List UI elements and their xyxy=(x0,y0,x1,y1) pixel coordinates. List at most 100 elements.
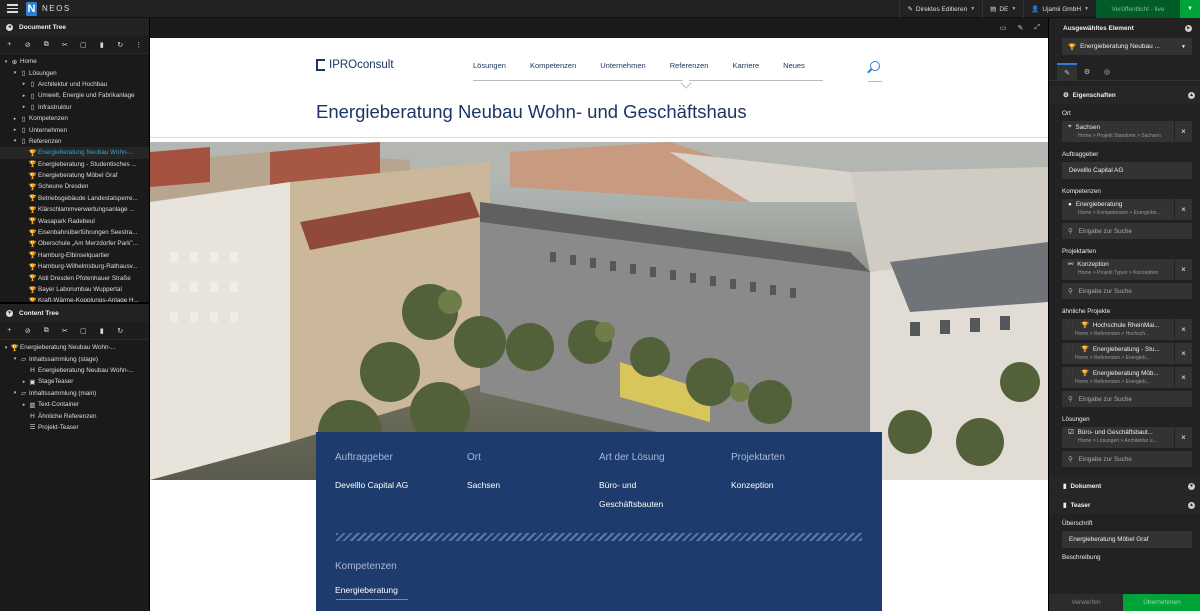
remove-aehnliches-projekt-button[interactable]: × xyxy=(1175,319,1192,340)
tree-node[interactable]: 🏆 Hamburg-Wilhelmsburg-Rathausv... xyxy=(0,261,149,272)
ort-reference-box[interactable]: ⌖ Sachsen Home > Projekt Standorte > Sach… xyxy=(1062,121,1174,142)
delete-icon[interactable]: ▮ xyxy=(93,327,112,335)
chevron-down-icon[interactable]: ▾ xyxy=(11,390,19,396)
remove-loesung-button[interactable]: × xyxy=(1175,427,1192,448)
tree-node[interactable]: 🏆 Scheune Dresden xyxy=(0,181,149,192)
document-tree-header[interactable]: ◂ Document Tree xyxy=(0,18,149,36)
discard-button[interactable]: Verwerfen xyxy=(1049,594,1123,611)
hero-image[interactable] xyxy=(150,142,1048,480)
kompetenzen-reference-box[interactable]: ● Energieberatung Home > Kompetenzen > En… xyxy=(1062,199,1174,220)
remove-aehnliches-projekt-button[interactable]: × xyxy=(1175,367,1192,388)
tree-node[interactable]: ▾ ▱ Inhaltssammlung (main) xyxy=(0,388,149,399)
tree-node[interactable]: 🏆 Eisenbahnüberführungen Seestra... xyxy=(0,227,149,238)
cut-icon[interactable]: ✂ xyxy=(56,327,75,335)
site-logo[interactable]: IPROconsult xyxy=(316,59,394,71)
delete-icon[interactable]: ▮ xyxy=(93,41,112,49)
projektarten-reference-box[interactable]: ⚯ Konzeption Home > Projekt Typen > Konze… xyxy=(1062,259,1174,280)
copy-icon[interactable]: ⧉ xyxy=(37,327,56,335)
edit-mode-dropdown[interactable]: ✎ Direktes Editieren ▼ xyxy=(899,0,982,18)
chevron-down-icon[interactable]: ▾ xyxy=(11,356,19,362)
add-node-icon[interactable]: + xyxy=(0,41,19,48)
tree-node[interactable]: H Ähnliche Referenzen xyxy=(0,410,149,421)
selected-element-dropdown[interactable]: 🏆 Energieberatung Neubau ... ▼ xyxy=(1062,38,1192,55)
remove-ort-button[interactable]: × xyxy=(1175,121,1192,142)
auftraggeber-field[interactable]: Develllo Capital AG xyxy=(1062,162,1192,179)
tab-seo[interactable]: ◎ xyxy=(1097,63,1117,81)
tree-node[interactable]: ▸ ▣ StageTeaser xyxy=(0,376,149,387)
loesungen-reference-box[interactable]: ☑ Büro- und Geschäftsbaut... Home > Lösun… xyxy=(1062,427,1174,448)
tree-node[interactable]: H Energieberatung Neubau Wohn-... xyxy=(0,365,149,376)
language-dropdown[interactable]: ▤ DE ▼ xyxy=(982,0,1023,18)
aehnliche-search-input[interactable]: ⚲ Eingabe zur Suche xyxy=(1062,391,1192,407)
tree-node[interactable]: ▸ ▯ Kompetenzen xyxy=(0,113,149,124)
tree-node[interactable]: ▾ 🏆 Energieberatung Neubau Wohn-... xyxy=(0,342,149,353)
tree-node[interactable]: 🏆 Klärschlammverwertungsanlage ... xyxy=(0,204,149,215)
section-teaser[interactable]: ▮ Teaser ▴ xyxy=(1049,496,1200,514)
tree-node[interactable]: 🏆 Energieberatung - Studentisches ... xyxy=(0,159,149,170)
drag-handle-icon[interactable]: ⋮⋮ xyxy=(1065,346,1075,352)
section-dokument[interactable]: ▮ Dokument ▾ xyxy=(1049,477,1200,495)
refresh-icon[interactable]: ↻ xyxy=(111,41,130,49)
hide-node-icon[interactable]: ⊘ xyxy=(19,41,38,49)
drag-handle-icon[interactable]: ⋮⋮ xyxy=(1065,370,1075,376)
content-tree-header[interactable]: ▾ Content Tree xyxy=(0,304,149,322)
tree-node[interactable]: ▸ ▯ Architektur und Hochbau xyxy=(0,79,149,90)
remove-kompetenz-button[interactable]: × xyxy=(1175,199,1192,220)
aehnliches-projekt-box[interactable]: ⋮⋮ 🏆 Energieberatung Möb... Home > Referenz… xyxy=(1062,367,1174,388)
chevron-right-icon[interactable]: ▸ xyxy=(20,402,28,408)
tree-node[interactable]: ▸ ▯ Unternehmen xyxy=(0,124,149,135)
tab-edit[interactable]: ✎ xyxy=(1057,63,1077,81)
tree-node[interactable]: 🏆 Oberschule „Am Merzdorfer Park"... xyxy=(0,238,149,249)
paste-icon[interactable]: ▢ xyxy=(74,41,93,49)
info-kompetenzen-value[interactable]: Energieberatung xyxy=(335,581,398,599)
nav-link[interactable]: Karriere xyxy=(732,61,759,70)
tree-node[interactable]: ▸ ▥ Text-Container xyxy=(0,399,149,410)
section-eigenschaften[interactable]: ⚙ Eigenschaften ▴ xyxy=(1049,86,1200,104)
tree-node[interactable]: ▾ ▱ Inhaltssammlung (stage) xyxy=(0,353,149,364)
nav-link[interactable]: Referenzen xyxy=(670,61,709,70)
add-node-icon[interactable]: + xyxy=(0,327,19,334)
cut-icon[interactable]: ✂ xyxy=(56,41,75,49)
tree-node[interactable]: 🏆 Aldi Dresden Pfotenhauer Straße xyxy=(0,272,149,283)
edit-preview-icon[interactable]: ✎ xyxy=(1018,24,1024,32)
chevron-down-icon[interactable]: ▾ xyxy=(2,345,10,351)
chevron-down-icon[interactable]: ▾ xyxy=(11,138,19,144)
tree-node[interactable]: 🏆 Wasapark Radebeul xyxy=(0,215,149,226)
chevron-right-icon[interactable]: ▸ xyxy=(20,104,28,110)
chevron-down-icon[interactable]: ▾ xyxy=(2,59,10,65)
more-icon[interactable]: ⋮ xyxy=(130,41,149,49)
publish-dropdown-button[interactable]: ▼ xyxy=(1180,0,1200,18)
tree-node[interactable]: 🏆 Bayer Laborumbau Wuppertal xyxy=(0,284,149,295)
tree-node[interactable]: ▾ ▯ Referenzen xyxy=(0,136,149,147)
user-menu[interactable]: 👤 Ujamii GmbH ▼ xyxy=(1023,0,1096,18)
nav-link[interactable]: Neues xyxy=(783,61,805,70)
fullscreen-icon[interactable]: ⤢ xyxy=(1034,24,1040,32)
collapse-icon[interactable]: ▸ xyxy=(1185,24,1192,32)
projektarten-search-input[interactable]: ⚲ Eingabe zur Suche xyxy=(1062,283,1192,299)
nav-link[interactable]: Lösungen xyxy=(473,61,506,70)
tree-node[interactable]: 🏆 Hamburg-Elbinselquartier xyxy=(0,250,149,261)
copy-icon[interactable]: ⧉ xyxy=(37,41,56,49)
chevron-right-icon[interactable]: ▸ xyxy=(20,379,28,385)
aehnliches-projekt-box[interactable]: ⋮⋮ 🏆 Energieberatung - Stu... Home > Refere… xyxy=(1062,343,1174,364)
kompetenzen-search-input[interactable]: ⚲ Eingabe zur Suche xyxy=(1062,223,1192,239)
search-icon[interactable] xyxy=(870,61,880,71)
tree-node[interactable]: ▸ ▯ Umwelt, Energie und Fabrikanlage xyxy=(0,90,149,101)
loesungen-search-input[interactable]: ⚲ Eingabe zur Suche xyxy=(1062,451,1192,467)
device-icon[interactable]: ▭ xyxy=(1000,24,1007,32)
nav-link[interactable]: Unternehmen xyxy=(600,61,645,70)
refresh-icon[interactable]: ↻ xyxy=(111,327,130,335)
chevron-right-icon[interactable]: ▸ xyxy=(20,81,28,87)
tree-node[interactable]: ▾ ⊕ Home xyxy=(0,56,149,67)
tree-node[interactable]: 🏆 Energieberatung Möbel Graf xyxy=(0,170,149,181)
remove-aehnliches-projekt-button[interactable]: × xyxy=(1175,343,1192,364)
tree-node[interactable]: 🏆 Energieberatung Neubau Wohn-... xyxy=(0,147,149,159)
tree-node[interactable]: 🏆 Kraft-Wärme-Kopplungs-Anlage H... xyxy=(0,295,149,302)
drag-handle-icon[interactable]: ⋮⋮ xyxy=(1065,322,1075,328)
chevron-right-icon[interactable]: ▸ xyxy=(11,127,19,133)
aehnliches-projekt-box[interactable]: ⋮⋮ 🏆 Hochschule RheinMai... Home > Referenz… xyxy=(1062,319,1174,340)
chevron-down-icon[interactable]: ▾ xyxy=(11,70,19,76)
ueberschrift-field[interactable]: Energieberatung Möbel Graf xyxy=(1062,531,1192,548)
tree-node[interactable]: ☰ Projekt-Teaser xyxy=(0,422,149,433)
menu-toggle-button[interactable] xyxy=(0,0,24,18)
